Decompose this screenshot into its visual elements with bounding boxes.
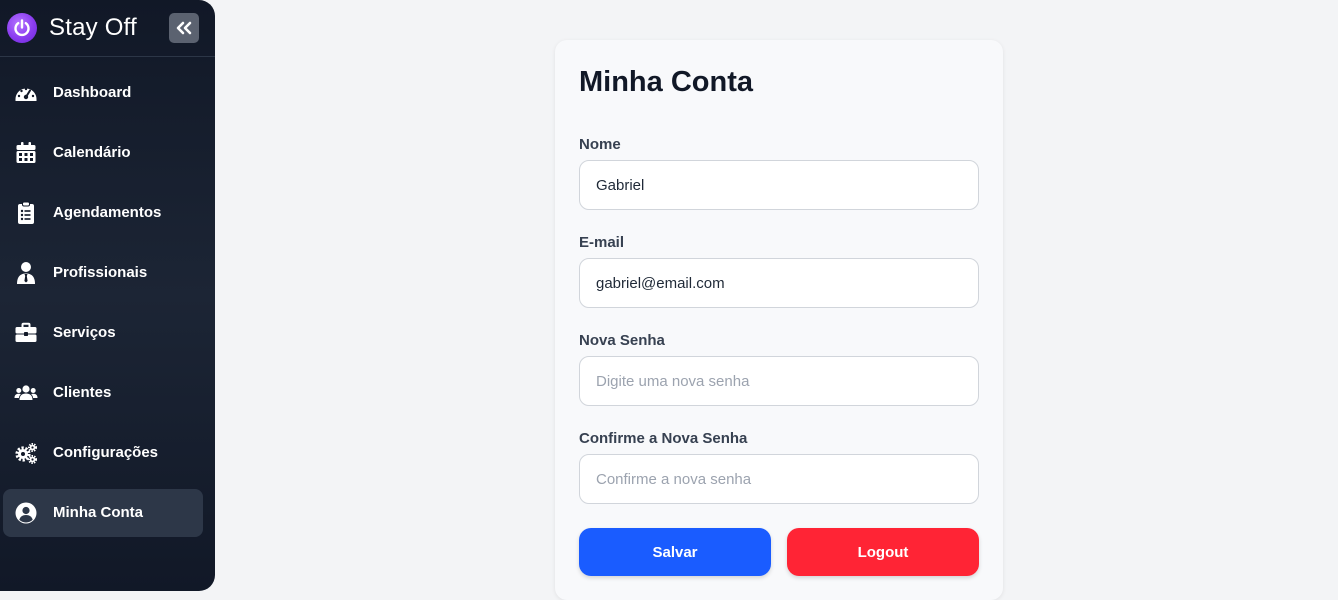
email-label: E-mail: [579, 234, 625, 251]
sidebar-item-calendario[interactable]: Calendário: [3, 129, 203, 177]
sidebar-item-agendamentos[interactable]: Agendamentos: [3, 189, 203, 237]
name-label: Nome: [579, 136, 621, 153]
sidebar-item-clientes[interactable]: Clientes: [3, 369, 203, 417]
sidebar-item-label: Calendário: [53, 144, 131, 161]
users-icon: [14, 381, 38, 405]
page-title: Minha Conta: [579, 66, 753, 98]
sidebar-item-label: Minha Conta: [53, 504, 143, 521]
sidebar-item-servicos[interactable]: Serviços: [3, 309, 203, 357]
user-circle-icon: [14, 501, 38, 525]
sidebar-item-label: Agendamentos: [53, 204, 162, 221]
gears-icon: [14, 441, 38, 465]
logout-button[interactable]: Logout: [787, 528, 979, 576]
new-password-label: Nova Senha: [579, 332, 665, 349]
save-button[interactable]: Salvar: [579, 528, 771, 576]
sidebar-item-dashboard[interactable]: Dashboard: [3, 69, 203, 117]
briefcase-icon: [14, 321, 38, 345]
sidebar-item-label: Serviços: [53, 324, 116, 341]
double-chevron-left-icon: [176, 21, 192, 35]
sidebar-item-configuracoes[interactable]: Configurações: [3, 429, 203, 477]
sidebar-item-profissionais[interactable]: Profissionais: [3, 249, 203, 297]
sidebar-item-minha-conta[interactable]: Minha Conta: [3, 489, 203, 537]
dashboard-gauge-icon: [14, 81, 38, 105]
account-card: Minha Conta Nome E-mail Nova Senha Confi…: [555, 40, 1003, 600]
power-logo-icon: [7, 13, 37, 43]
new-password-field[interactable]: [579, 356, 979, 406]
confirm-password-field[interactable]: [579, 454, 979, 504]
clipboard-icon: [14, 201, 38, 225]
collapse-sidebar-button[interactable]: [169, 13, 199, 43]
email-field[interactable]: [579, 258, 979, 308]
sidebar: Stay Off Dashboard Calendário Agendament…: [0, 0, 215, 591]
brand-header: Stay Off: [0, 0, 215, 57]
professional-icon: [14, 261, 38, 285]
confirm-password-label: Confirme a Nova Senha: [579, 430, 748, 447]
sidebar-item-label: Clientes: [53, 384, 112, 401]
sidebar-item-label: Profissionais: [53, 264, 148, 281]
name-field[interactable]: [579, 160, 979, 210]
sidebar-item-label: Configurações: [53, 444, 159, 461]
sidebar-item-label: Dashboard: [53, 84, 132, 101]
calendar-icon: [14, 141, 38, 165]
app-name: Stay Off: [49, 14, 137, 41]
